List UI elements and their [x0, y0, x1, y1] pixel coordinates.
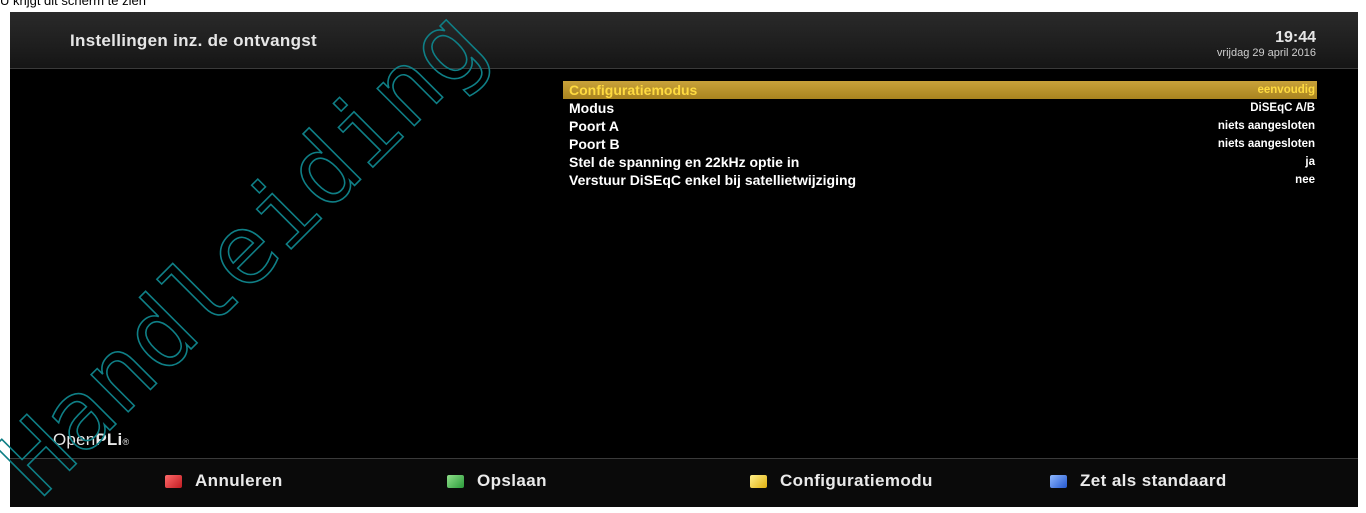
red-button-label: Annuleren: [195, 471, 283, 490]
header-bar: Instellingen inz. de ontvangst 19:44 vri…: [10, 12, 1358, 69]
green-button-label: Opslaan: [477, 471, 547, 490]
openpli-logo: OpenPLi®: [53, 430, 129, 450]
blue-button-label: Zet als standaard: [1080, 471, 1227, 490]
logo-registered-mark: ®: [122, 437, 130, 447]
setting-label: Poort B: [569, 136, 620, 152]
setting-label: Verstuur DiSEqC enkel bij satellietwijzi…: [569, 172, 857, 188]
setting-value: eenvoudig: [1257, 84, 1315, 96]
setting-label: Configuratiemodus: [569, 82, 698, 98]
setting-poort-a[interactable]: Poort A niets aangesloten: [563, 117, 1317, 135]
setting-value: niets aangesloten: [1217, 138, 1315, 150]
blue-key-icon: [1050, 475, 1067, 488]
page-title: Instellingen inz. de ontvangst: [70, 31, 318, 50]
clock-date: vrijdag 29 april 2016: [1216, 47, 1316, 59]
setting-label: Stel de spanning en 22kHz optie in: [569, 154, 800, 170]
logo-text-pli: PLi: [95, 430, 123, 449]
setting-value: nee: [1295, 174, 1315, 186]
setting-poort-b[interactable]: Poort B niets aangesloten: [563, 135, 1317, 153]
tv-screen: Instellingen inz. de ontvangst 19:44 vri…: [10, 12, 1358, 507]
red-key-icon: [165, 475, 182, 488]
page-caption: U krijgt dit scherm te zien: [0, 0, 146, 8]
yellow-key-icon: [750, 475, 767, 488]
setting-configuratiemodus[interactable]: Configuratiemodus eenvoudig: [563, 81, 1317, 99]
setting-spanning-22khz[interactable]: Stel de spanning en 22kHz optie in ja: [563, 153, 1317, 171]
setting-value: ja: [1305, 156, 1315, 168]
yellow-button-label: Configuratiemodu: [780, 471, 933, 490]
setting-diseqc-satellietwijziging[interactable]: Verstuur DiSEqC enkel bij satellietwijzi…: [563, 171, 1317, 189]
green-key-icon: [447, 475, 464, 488]
setting-modus[interactable]: Modus DiSEqC A/B: [563, 99, 1317, 117]
footer-bar: Annuleren Opslaan Configuratiemodu Zet a…: [10, 458, 1358, 507]
settings-list: Configuratiemodus eenvoudig Modus DiSEqC…: [563, 81, 1317, 189]
setting-label: Modus: [569, 100, 615, 116]
setting-value: DiSEqC A/B: [1250, 102, 1315, 114]
setting-label: Poort A: [569, 118, 620, 134]
logo-text-open: Open: [53, 430, 96, 449]
setting-value: niets aangesloten: [1217, 120, 1315, 132]
clock-time: 19:44: [1275, 29, 1316, 46]
